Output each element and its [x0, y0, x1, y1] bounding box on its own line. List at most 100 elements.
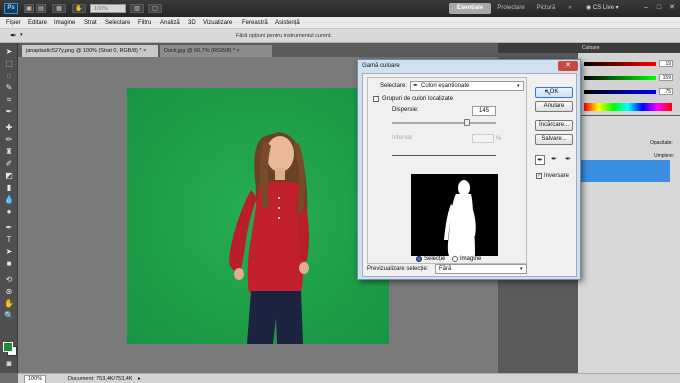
- tab-label: Dock.jpg @ 66,7% (RGB/8) *: [164, 48, 235, 54]
- pen-tool-icon[interactable]: ✒: [4, 223, 14, 233]
- menu-file[interactable]: Fișier: [6, 17, 21, 29]
- preview-dropdown[interactable]: Fără ▾: [435, 264, 527, 274]
- cs-live-icon: ◉: [586, 5, 593, 11]
- chevron-down-icon: ▾: [520, 266, 523, 272]
- add-sample-eyedropper-icon[interactable]: ✒: [549, 155, 559, 165]
- hand-tool-icon[interactable]: ✋: [72, 4, 86, 13]
- range-label: Interval:: [392, 135, 414, 141]
- tab-dock[interactable]: Dock.jpg @ 66,7% (RGB/8) * ×: [160, 45, 272, 57]
- zoom-select[interactable]: 100%: [90, 4, 126, 13]
- selection-radio-label: Selecție: [424, 256, 446, 262]
- brush-tool-icon[interactable]: ✏: [4, 135, 14, 145]
- menu-filter[interactable]: Filtru: [138, 17, 151, 29]
- minibridge-icon[interactable]: ▤: [36, 4, 46, 13]
- 3d-rotate-icon[interactable]: ⟲: [4, 275, 14, 285]
- fuzziness-input[interactable]: 145: [472, 106, 496, 116]
- cs-live-menu[interactable]: ◉ CS Live ▾: [586, 3, 619, 14]
- path-select-icon[interactable]: ➤: [4, 247, 14, 257]
- green-slider[interactable]: [584, 76, 656, 80]
- menu-image[interactable]: Imagine: [54, 17, 75, 29]
- green-value[interactable]: 159: [659, 74, 673, 81]
- lasso-tool-icon[interactable]: ◌: [4, 71, 14, 81]
- options-hint: Fără opțiuni pentru instrumentul curent.: [236, 33, 332, 39]
- selection-radio[interactable]: [416, 256, 422, 262]
- cancel-button[interactable]: Anulare: [535, 101, 573, 112]
- eraser-tool-icon[interactable]: ◩: [4, 171, 14, 181]
- blue-value[interactable]: 75: [659, 88, 673, 95]
- workspace-design[interactable]: Proiectare: [494, 3, 528, 14]
- subtract-sample-eyedropper-icon[interactable]: ✒: [563, 155, 573, 165]
- gradient-tool-icon[interactable]: ▮: [4, 183, 14, 193]
- healing-brush-icon[interactable]: ✚: [4, 123, 14, 133]
- tab-close-icon[interactable]: ×: [237, 48, 240, 54]
- marquee-tool-icon[interactable]: ⬚: [4, 59, 14, 69]
- clone-stamp-icon[interactable]: ♜: [4, 147, 14, 157]
- hand-tool-icon-left[interactable]: ✋: [4, 299, 14, 309]
- red-value[interactable]: 19: [659, 60, 673, 67]
- fuzziness-slider-thumb[interactable]: [463, 119, 470, 126]
- menu-edit[interactable]: Editare: [28, 17, 47, 29]
- select-dropdown[interactable]: ✒ Culori eșantionate ▾: [410, 81, 524, 91]
- invert-label: Inversare: [544, 173, 570, 179]
- app-bar: Ps ▣ ▤ ▦ ✋ 100% ▥ ▢ Esențiale Proiectare…: [0, 0, 680, 17]
- menu-analysis[interactable]: Analiză: [160, 17, 180, 29]
- dodge-tool-icon[interactable]: ●: [4, 207, 14, 217]
- preview-label: Previzualizare selecție:: [367, 266, 429, 272]
- layers-panel: Opacitate: Umplere:: [578, 116, 680, 373]
- quick-select-tool-icon[interactable]: ✎: [4, 83, 14, 93]
- ok-button[interactable]: OK: [535, 87, 573, 98]
- 3d-orbit-icon[interactable]: ⊛: [4, 287, 14, 297]
- eyedropper-icon[interactable]: ✒: [10, 31, 17, 40]
- color-panel-tab[interactable]: Culoare: [582, 44, 600, 52]
- minimize-button[interactable]: –: [640, 3, 652, 13]
- quick-mask-icon[interactable]: ◙: [4, 359, 14, 369]
- type-tool-icon[interactable]: T: [4, 235, 14, 245]
- tab-close-icon[interactable]: ×: [143, 48, 146, 54]
- status-zoom[interactable]: 100%: [24, 375, 47, 383]
- eyedropper-tool-icon[interactable]: ✒: [4, 107, 14, 117]
- close-button[interactable]: ✕: [666, 3, 678, 13]
- workspace-painting[interactable]: Pictură: [532, 3, 560, 14]
- status-doc-size: Document: 753,4K/753,4K: [68, 376, 133, 382]
- menu-help[interactable]: Asistență: [275, 17, 300, 29]
- screen-mode-icon[interactable]: ▢: [148, 4, 162, 13]
- blur-tool-icon[interactable]: 💧: [4, 195, 14, 205]
- tab-janaplastic[interactable]: janaplastic527y.png @ 100% (Strat 0, RGB…: [22, 45, 158, 57]
- image-radio-label: Imagine: [460, 256, 482, 262]
- menu-window[interactable]: Fereastră: [242, 17, 268, 29]
- eyedropper-icon-dialog[interactable]: ✒: [535, 155, 545, 165]
- guides-icon[interactable]: ▦: [52, 4, 66, 13]
- workspace-essentials[interactable]: Esențiale: [449, 3, 491, 14]
- menu-3d[interactable]: 3D: [188, 17, 196, 29]
- color-ramp[interactable]: [584, 103, 672, 111]
- dialog-close-button[interactable]: ✕: [558, 61, 578, 71]
- zoom-tool-icon[interactable]: 🔍: [4, 311, 14, 321]
- history-brush-icon[interactable]: ✐: [4, 159, 14, 169]
- bridge-icon[interactable]: ▣: [24, 4, 34, 13]
- fuzziness-track[interactable]: [392, 122, 496, 124]
- layer-row-selected[interactable]: [578, 160, 670, 182]
- blue-slider[interactable]: [584, 90, 656, 94]
- crop-tool-icon[interactable]: ⌗: [4, 95, 14, 105]
- invert-checkbox[interactable]: ✓: [536, 173, 542, 179]
- menu-select[interactable]: Selectare: [105, 17, 130, 29]
- load-button[interactable]: Încărcare...: [535, 120, 573, 131]
- arrange-docs-icon[interactable]: ▥: [130, 4, 144, 13]
- document-canvas[interactable]: [127, 88, 389, 344]
- foreground-color-swatch[interactable]: [3, 342, 13, 352]
- image-radio[interactable]: [452, 256, 458, 262]
- menu-layer[interactable]: Strat: [84, 17, 97, 29]
- maximize-button[interactable]: □: [653, 3, 665, 13]
- tool-preset-dropdown-icon[interactable]: ▾: [20, 32, 23, 38]
- range-input[interactable]: [472, 134, 494, 143]
- menu-view[interactable]: Vizualizare: [203, 17, 232, 29]
- localized-checkbox[interactable]: [373, 96, 379, 102]
- options-bar: ✒ ▾ Fără opțiuni pentru instrumentul cur…: [0, 29, 680, 43]
- red-slider[interactable]: [584, 62, 656, 66]
- more-workspaces[interactable]: »: [566, 3, 574, 14]
- save-button[interactable]: Salvare...: [535, 134, 573, 145]
- status-menu-arrow-icon[interactable]: ▸: [138, 375, 141, 383]
- move-tool-icon[interactable]: ➤: [4, 47, 14, 57]
- photoshop-logo: Ps: [4, 3, 18, 14]
- shape-tool-icon[interactable]: ■: [4, 259, 14, 269]
